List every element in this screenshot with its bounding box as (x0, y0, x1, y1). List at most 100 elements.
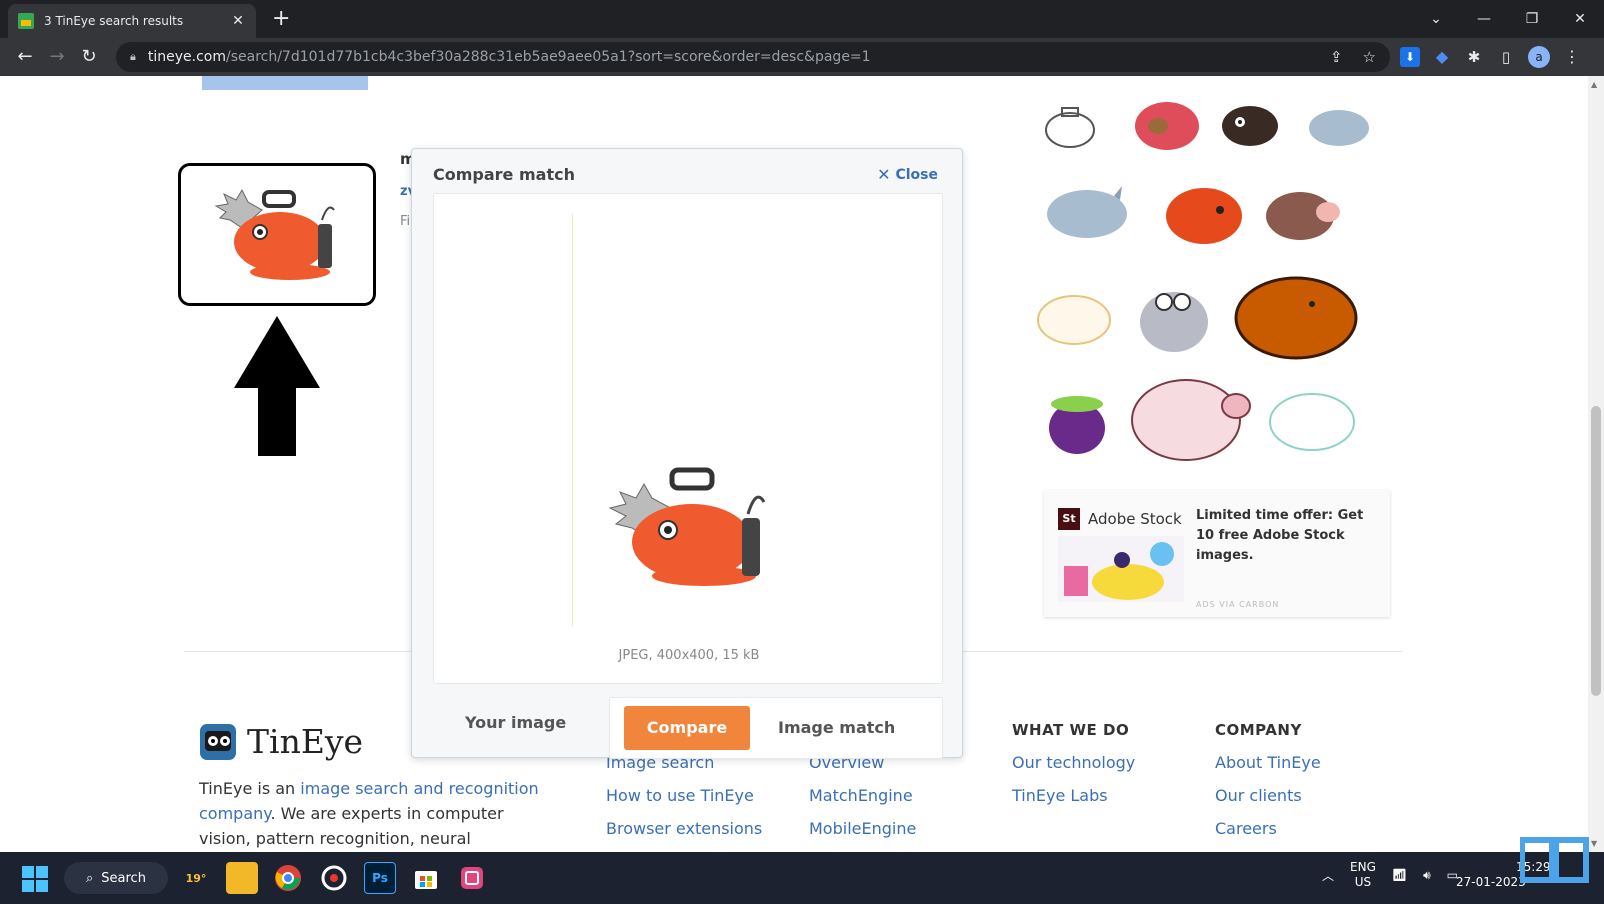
tabs-group: Compare Image match (609, 697, 943, 759)
gadgets-to-use-watermark-icon (1520, 837, 1589, 883)
capybara-icon (1234, 276, 1358, 360)
pink-pig-icon (1131, 379, 1251, 461)
modal-tabs: Your image Compare Image match (433, 697, 943, 759)
show-hidden-icons[interactable]: ︿ (1322, 867, 1334, 884)
page-scrollbar[interactable]: ▲ ▼ (1588, 76, 1604, 852)
footer-link-matchengine[interactable]: MatchEngine (809, 786, 916, 819)
profile-avatar[interactable]: a (1528, 46, 1550, 68)
snip-logo-icon (461, 867, 483, 889)
lang-code: ENG (1350, 860, 1376, 874)
bookmark-star-icon[interactable]: ☆ (1363, 48, 1376, 66)
wifi-icon[interactable]: 📶︎ (1392, 868, 1407, 882)
footer-link-browser-extensions[interactable]: Browser extensions (606, 819, 762, 852)
lang-region: US (1354, 875, 1372, 889)
footer-heading-what-we-do: WHAT WE DO (1012, 721, 1130, 739)
side-panel-icon[interactable]: ▯ (1496, 47, 1516, 67)
taskbar-search[interactable]: ⌕ Search (64, 862, 168, 894)
weather-temp: 19° (185, 871, 207, 885)
sticker-ad-collage[interactable] (1037, 86, 1394, 486)
store-logo-icon (415, 871, 437, 889)
result-thumbnail[interactable] (178, 163, 376, 306)
reload-icon[interactable]: ↻ (78, 46, 100, 67)
share-icon[interactable]: ⇪ (1330, 48, 1343, 66)
footer-link-our-technology[interactable]: Our technology (1012, 753, 1135, 786)
pointing-up-arrow-icon (234, 316, 320, 456)
image-meta: JPEG, 400x400, 15 kB (618, 648, 760, 663)
restore-icon[interactable]: ❐ (1508, 11, 1556, 27)
address-bar[interactable]: 🔒︎ tineye.com /search/7d101d77b1cb4c3bef… (116, 42, 1390, 72)
orange-pig-icon (1166, 188, 1242, 244)
browser-toolbar: ← → ↻ 🔒︎ tineye.com /search/7d101d77b1cb… (0, 38, 1604, 76)
compare-slider-line[interactable] (572, 214, 573, 626)
tineye-page: m zv Fi St Adobe Stock Limited time offe… (0, 76, 1604, 852)
compare-match-modal: Compare match ✕ Close JPEG, 400x400, 15 … (411, 148, 963, 759)
obs-logo-icon (321, 865, 347, 891)
extensions-puzzle-icon[interactable]: ✱ (1464, 47, 1484, 67)
compare-image-view[interactable]: JPEG, 400x400, 15 kB (433, 193, 943, 684)
minimize-icon[interactable]: — (1460, 11, 1508, 27)
close-window-icon[interactable]: ✕ (1556, 11, 1604, 27)
snipping-tool-icon[interactable] (456, 862, 488, 894)
modal-title: Compare match (433, 165, 575, 184)
footer-logo-text: TinEye (247, 722, 364, 761)
mint-piggy-bank-icon (1269, 393, 1355, 451)
footer-desc-prefix: TinEye is an (199, 779, 301, 798)
photoshop-icon[interactable]: Ps (364, 862, 396, 894)
footer-link-about[interactable]: About TinEye (1215, 753, 1321, 786)
footer-link-mobileengine[interactable]: MobileEngine (809, 819, 916, 852)
tineye-favicon-icon (18, 13, 34, 29)
windows-start-icon[interactable] (22, 866, 48, 892)
lock-icon[interactable]: 🔒︎ (130, 50, 136, 64)
volume-icon[interactable]: 🔊︎ (1423, 868, 1431, 883)
file-explorer-icon[interactable] (226, 862, 258, 894)
footer-col-company: COMPANY About TinEye Our clients Careers (1215, 721, 1321, 852)
scroll-thumb[interactable] (1591, 406, 1601, 696)
ads-via-carbon[interactable]: ADS VIA CARBON (1196, 600, 1279, 609)
matched-image-chainsaw-pup-icon (608, 467, 766, 586)
scroll-up-icon[interactable]: ▲ (1591, 80, 1597, 89)
url-host: tineye.com (147, 49, 226, 65)
footer-link-tineye-labs[interactable]: TinEye Labs (1012, 786, 1135, 819)
taskbar-search-label: Search (101, 870, 146, 886)
cauldron-icon (1049, 396, 1105, 454)
close-tab-icon[interactable]: ✕ (230, 13, 246, 29)
modal-close-label: Close (895, 166, 938, 183)
footer-link-our-clients[interactable]: Our clients (1215, 786, 1321, 819)
red-pig-icon (1135, 102, 1199, 150)
tab-search-icon[interactable]: ⌄ (1412, 11, 1460, 27)
footer-col-what-we-do: WHAT WE DO Our technology TinEye Labs (1012, 721, 1135, 819)
carbon-ad[interactable]: St Adobe Stock Limited time offer: Get 1… (1044, 490, 1390, 617)
modal-close-button[interactable]: ✕ Close (877, 165, 938, 184)
tab-your-image[interactable]: Your image (465, 713, 566, 732)
weather-icon[interactable]: 19° (180, 862, 212, 894)
download-extension-icon[interactable]: ⬇ (1400, 47, 1420, 67)
back-icon[interactable]: ← (14, 46, 36, 67)
obs-icon[interactable] (318, 862, 350, 894)
chrome-logo-icon (275, 865, 301, 891)
footer-link-careers[interactable]: Careers (1215, 819, 1321, 852)
window-controls: ⌄ — ❐ ✕ (1412, 0, 1604, 38)
browser-tab[interactable]: 3 TinEye search results ✕ (8, 4, 256, 38)
chrome-menu-icon[interactable]: ⋮ (1562, 47, 1582, 67)
language-indicator[interactable]: ENG US (1350, 860, 1376, 890)
forward-icon[interactable]: → (46, 46, 68, 67)
tab-compare[interactable]: Compare (624, 706, 750, 750)
chainsaw-pup-thumbnail-icon (214, 188, 335, 280)
footer-logo[interactable]: TinEye (199, 722, 363, 761)
boar-icon (1222, 106, 1278, 146)
result-meta-partial: Fi (400, 214, 411, 229)
tab-image-match[interactable]: Image match (778, 718, 895, 737)
search-button-partial[interactable] (202, 76, 368, 90)
chrome-icon[interactable] (272, 862, 304, 894)
windows-taskbar: ⌕ Search 19° Ps ︿ ENG US 📶︎ 🔊︎ ▭ 15:29 2… (0, 852, 1604, 904)
close-icon: ✕ (877, 165, 891, 184)
tineye-robot-logo-icon (200, 723, 236, 760)
footer-link-how-to-use[interactable]: How to use TinEye (606, 786, 762, 819)
ad-brand: Adobe Stock (1088, 510, 1182, 528)
vpn-extension-icon[interactable]: ◆ (1432, 47, 1452, 67)
url-path: /search/7d101d77b1cb4c3bef30a288c31eb5ae… (225, 49, 871, 65)
new-tab-button[interactable]: + (272, 8, 290, 30)
microsoft-store-icon[interactable] (410, 862, 442, 894)
footer-description: TinEye is an image search and recognitio… (199, 776, 549, 851)
brown-pig-icon (1266, 192, 1340, 240)
